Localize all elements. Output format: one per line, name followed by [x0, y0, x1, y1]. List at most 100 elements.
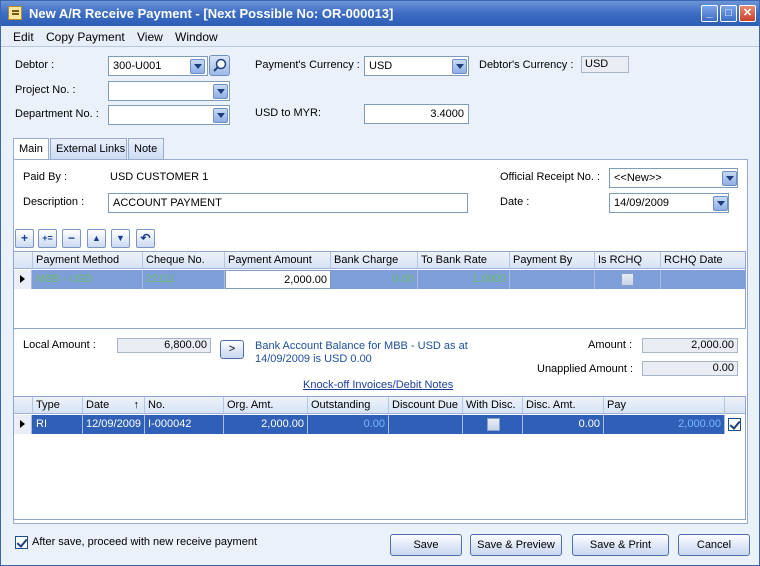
knockoff-row[interactable]: RI 12/09/2009 I-000042 2,000.00 0.00 0.0…	[14, 415, 745, 434]
date-field[interactable]: 14/09/2009	[609, 193, 729, 213]
department-dropdown-icon[interactable]	[213, 108, 228, 123]
cell-org-amt[interactable]: 2,000.00	[224, 415, 308, 434]
cell-rchq-date[interactable]	[661, 270, 745, 289]
col-pay[interactable]: Pay	[604, 397, 725, 414]
knockoff-grid-header: Type Date ↑ No. Org. Amt. Outstanding Di…	[14, 397, 745, 414]
cell-payment-method[interactable]: MBB - USD	[33, 270, 143, 289]
col-bank-charge[interactable]: Bank Charge	[331, 252, 418, 269]
cell-with-disc[interactable]	[463, 415, 523, 434]
tab-main[interactable]: Main	[13, 138, 49, 160]
cell-select[interactable]	[725, 415, 745, 434]
col-disc-amt[interactable]: Disc. Amt.	[523, 397, 604, 414]
proceed-checkbox[interactable]	[15, 536, 28, 549]
payment-grid-header: Payment Method Cheque No. Payment Amount…	[14, 252, 745, 269]
with-disc-checkbox[interactable]	[487, 418, 500, 431]
project-field[interactable]	[108, 81, 230, 101]
local-amount-field: 6,800.00	[117, 338, 211, 353]
cell-is-rchq[interactable]	[595, 270, 661, 289]
grid-corner	[14, 397, 33, 414]
col-type[interactable]: Type	[33, 397, 83, 414]
col-no[interactable]: No.	[145, 397, 224, 414]
title-bar[interactable]: New A/R Receive Payment - [Next Possible…	[1, 1, 759, 26]
project-label: Project No. :	[15, 84, 76, 96]
payment-currency-label: Payment's Currency :	[255, 59, 360, 71]
cell-to-bank-rate[interactable]: 1.0000	[418, 270, 510, 289]
date-dropdown-icon[interactable]	[713, 196, 728, 211]
rate-field[interactable]: 3.4000	[364, 104, 469, 124]
department-field[interactable]	[108, 105, 230, 125]
save-print-button[interactable]: Save & Print	[572, 534, 669, 556]
window-title: New A/R Receive Payment - [Next Possible…	[29, 6, 394, 21]
col-payment-amount[interactable]: Payment Amount	[225, 252, 331, 269]
bank-balance-button[interactable]: >	[220, 340, 244, 359]
cell-type[interactable]: RI	[33, 415, 83, 434]
save-button[interactable]: Save	[390, 534, 462, 556]
move-up-icon[interactable]: ▲	[87, 229, 106, 248]
cell-cheque-no[interactable]: 22111	[143, 270, 225, 289]
col-payment-method[interactable]: Payment Method	[33, 252, 143, 269]
payment-window: New A/R Receive Payment - [Next Possible…	[0, 0, 760, 566]
search-icon[interactable]	[209, 55, 230, 76]
knockoff-grid: Type Date ↑ No. Org. Amt. Outstanding Di…	[13, 396, 746, 520]
menu-view[interactable]: View	[137, 30, 163, 44]
cell-outstanding[interactable]: 0.00	[308, 415, 389, 434]
paid-by-label: Paid By :	[23, 171, 68, 183]
move-down-icon[interactable]: ▼	[111, 229, 130, 248]
payment-currency-dropdown-icon[interactable]	[452, 59, 467, 74]
col-rchq-date[interactable]: RCHQ Date	[661, 252, 745, 269]
menu-edit[interactable]: Edit	[13, 30, 34, 44]
amount-label: Amount :	[588, 339, 633, 351]
cell-pay[interactable]: 2,000.00	[604, 415, 725, 434]
is-rchq-checkbox[interactable]	[621, 273, 634, 286]
tab-external-links[interactable]: External Links	[50, 138, 127, 159]
sort-ascending-icon: ↑	[133, 399, 140, 411]
cell-date[interactable]: 12/09/2009	[83, 415, 145, 434]
project-dropdown-icon[interactable]	[213, 84, 228, 99]
paid-by-value: USD CUSTOMER 1	[110, 171, 209, 183]
cell-payment-by[interactable]	[510, 270, 595, 289]
rate-label: USD to MYR:	[255, 107, 322, 119]
receipt-no-dropdown-icon[interactable]	[722, 171, 737, 186]
insert-row-icon[interactable]: +=	[38, 229, 57, 248]
description-field[interactable]: ACCOUNT PAYMENT	[108, 193, 468, 213]
cell-bank-charge[interactable]: 0.00	[331, 270, 418, 289]
debtor-dropdown-icon[interactable]	[190, 59, 205, 74]
date-label: Date :	[500, 196, 530, 208]
receipt-no-field[interactable]: <<New>>	[609, 168, 738, 188]
col-org-amt[interactable]: Org. Amt.	[224, 397, 308, 414]
close-button[interactable]: ✕	[739, 5, 756, 22]
undo-icon[interactable]: ↶	[136, 229, 155, 248]
col-date-label: Date	[86, 399, 110, 411]
add-row-icon[interactable]: +	[15, 229, 34, 248]
knockoff-link[interactable]: Knock-off Invoices/Debit Notes	[303, 379, 453, 391]
cell-no[interactable]: I-000042	[145, 415, 224, 434]
minimize-button[interactable]: _	[701, 5, 718, 22]
unapplied-amount-field: 0.00	[642, 361, 738, 376]
cell-discount-due[interactable]	[389, 415, 463, 434]
col-with-disc[interactable]: With Disc.	[463, 397, 523, 414]
col-cheque-no[interactable]: Cheque No.	[143, 252, 225, 269]
row-selector-icon[interactable]	[14, 270, 32, 289]
select-row-checkbox[interactable]	[728, 418, 741, 431]
cancel-button[interactable]: Cancel	[678, 534, 750, 556]
col-date[interactable]: Date ↑	[83, 397, 145, 414]
col-outstanding[interactable]: Outstanding	[308, 397, 389, 414]
cell-payment-amount[interactable]: 2,000.00	[225, 270, 331, 289]
col-payment-by[interactable]: Payment By	[510, 252, 595, 269]
menu-window[interactable]: Window	[175, 30, 218, 44]
save-preview-button[interactable]: Save & Preview	[470, 534, 562, 556]
row-selector-icon[interactable]	[14, 415, 32, 434]
grid-corner	[14, 252, 33, 269]
payment-row[interactable]: MBB - USD 22111 2,000.00 0.00 1.0000	[14, 270, 745, 289]
maximize-button[interactable]: □	[720, 5, 737, 22]
tab-note[interactable]: Note	[128, 138, 164, 159]
bank-balance-text-2: 14/09/2009 is USD 0.00	[255, 353, 372, 365]
col-is-rchq[interactable]: Is RCHQ	[595, 252, 661, 269]
menu-copy-payment[interactable]: Copy Payment	[46, 30, 125, 44]
bank-balance-text-1: Bank Account Balance for MBB - USD as at	[255, 340, 468, 352]
delete-row-icon[interactable]: −	[62, 229, 81, 248]
debtor-label: Debtor :	[15, 59, 55, 71]
col-discount-due[interactable]: Discount Due	[389, 397, 463, 414]
col-to-bank-rate[interactable]: To Bank Rate	[418, 252, 510, 269]
cell-disc-amt[interactable]: 0.00	[523, 415, 604, 434]
